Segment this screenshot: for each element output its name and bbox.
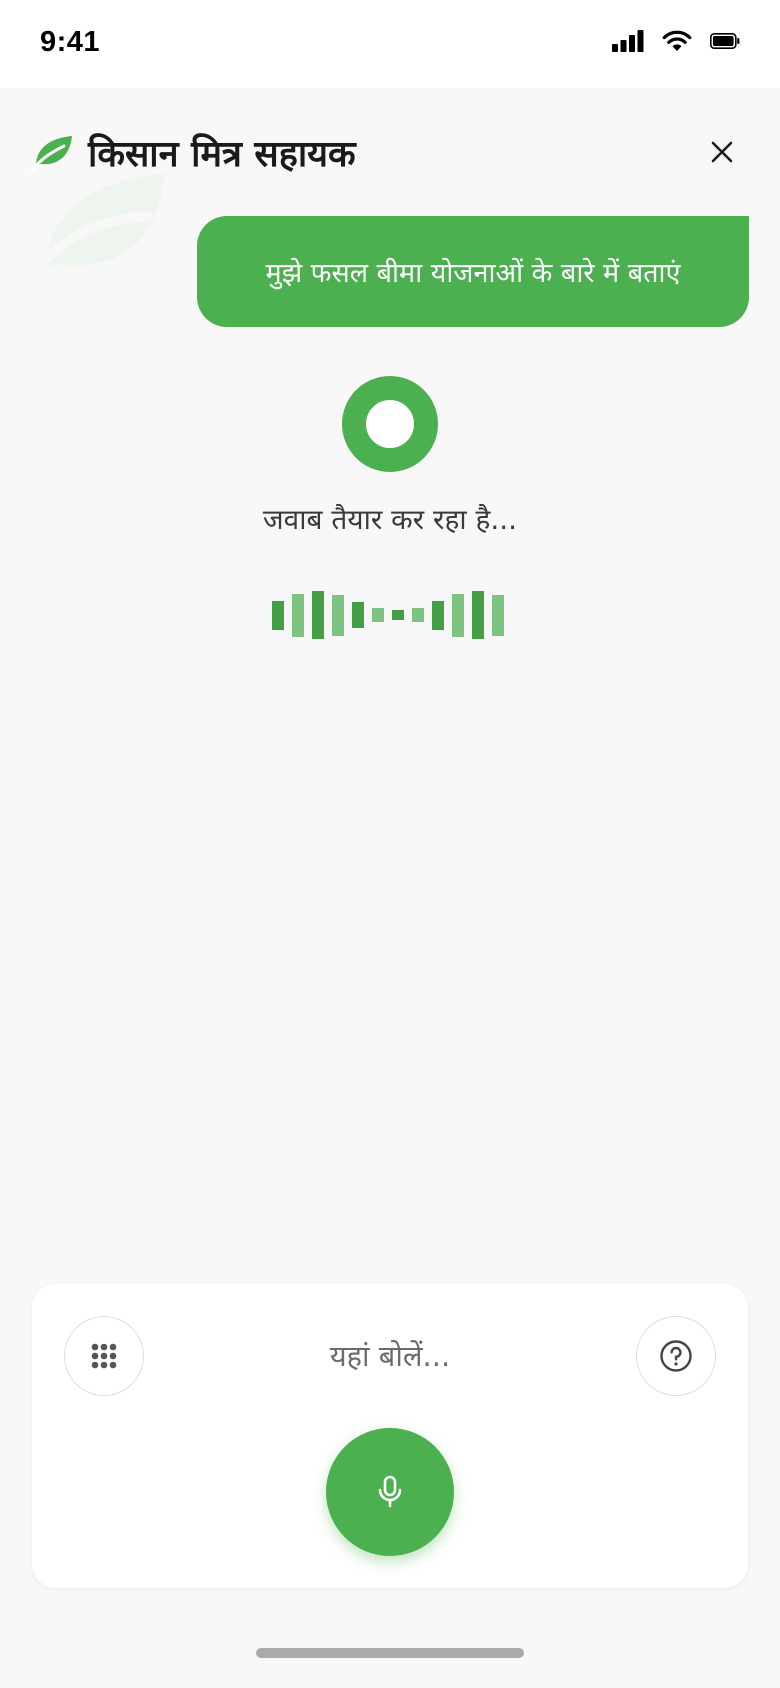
waveform-bar [272, 601, 284, 630]
close-button[interactable] [704, 134, 740, 170]
thinking-indicator [342, 376, 438, 472]
wifi-icon [662, 30, 692, 51]
leaf-icon [30, 136, 72, 172]
microphone-button[interactable] [326, 1428, 454, 1556]
waveform-bar [472, 591, 484, 639]
waveform-bar [492, 595, 504, 636]
help-button[interactable] [636, 1316, 716, 1396]
help-icon [660, 1340, 692, 1372]
audio-waveform [272, 590, 508, 640]
waveform-bar [452, 594, 464, 637]
status-bar: 9:41 [0, 0, 780, 88]
waveform-bar [392, 610, 404, 620]
user-message-bubble: मुझे फसल बीमा योजनाओं के बारे में बताएं [197, 216, 749, 327]
status-time: 9:41 [40, 26, 101, 58]
app-title: किसान मित्र सहायक [88, 134, 356, 175]
battery-icon [710, 33, 740, 49]
waveform-bar [312, 591, 324, 639]
waveform-bar [352, 602, 364, 628]
thinking-status-text: जवाब तैयार कर रहा है... [262, 503, 518, 536]
voice-input-panel: यहां बोलें... [32, 1284, 748, 1588]
waveform-bar [292, 594, 304, 637]
status-icons [612, 30, 740, 52]
user-message-text: मुझे फसल बीमा योजनाओं के बारे में बताएं [265, 258, 681, 289]
microphone-icon [378, 1475, 402, 1508]
waveform-bar [412, 608, 424, 622]
waveform-bar [432, 601, 444, 630]
signal-icon [612, 30, 644, 52]
home-indicator [256, 1648, 524, 1658]
close-icon [711, 141, 733, 163]
waveform-bar [332, 595, 344, 636]
waveform-bar [372, 608, 384, 622]
background-leaf-icon [30, 174, 164, 276]
